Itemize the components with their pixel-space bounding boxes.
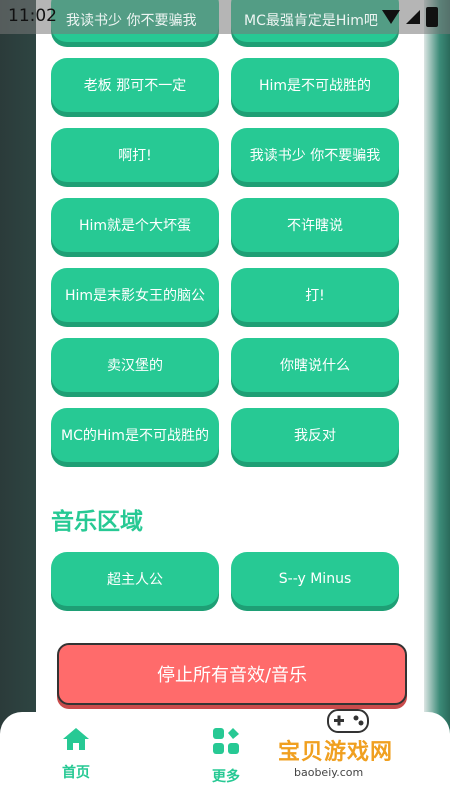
sound-button[interactable]: Him就是个大坏蛋 [51,198,219,252]
sound-button[interactable]: 卖汉堡的 [51,338,219,392]
section-title-music: 音乐区域 [51,509,143,535]
nav-more-label: 更多 [212,769,240,785]
sound-button[interactable]: 打! [231,268,399,322]
watermark-url: baobeiy.com [294,766,364,779]
sound-button[interactable]: 你瞎说什么 [231,338,399,392]
music-button[interactable]: S--y Minus [231,552,399,606]
wifi-icon [382,10,400,24]
sound-button[interactable]: MC的Him是不可战胜的 [51,408,219,462]
sound-button[interactable]: Him是末影女王的脑公 [51,268,219,322]
sound-button[interactable]: 啊打! [51,128,219,182]
more-grid-icon [213,728,239,754]
watermark: 宝贝游戏网 baobeiy.com [272,700,422,792]
signal-icon [406,10,420,24]
sound-button[interactable]: 我反对 [231,408,399,462]
scrolled-label-left: 我读书少 你不要骗我 [66,13,197,29]
stop-all-button[interactable]: 停止所有音效/音乐 [57,643,407,705]
background-left [0,0,36,800]
battery-icon [426,7,438,27]
nav-home-label: 首页 [62,765,90,781]
status-time: 11:02 [8,6,57,26]
home-icon [63,728,89,750]
background-right [424,0,450,800]
sound-button[interactable]: 我读书少 你不要骗我 [231,128,399,182]
nav-home[interactable]: 首页 [36,726,116,782]
status-bar: 11:02 我读书少 你不要骗我 MC最强肯定是Him吧 [0,0,450,34]
sound-button[interactable]: 不许瞎说 [231,198,399,252]
scrolled-label-right: MC最强肯定是Him吧 [244,13,378,29]
watermark-title: 宝贝游戏网 [278,740,394,765]
music-button[interactable]: 超主人公 [51,552,219,606]
status-icons [382,7,438,27]
nav-more[interactable]: 更多 [186,726,266,786]
sound-button[interactable]: Him是不可战胜的 [231,58,399,112]
sound-button[interactable]: 老板 那可不一定 [51,58,219,112]
